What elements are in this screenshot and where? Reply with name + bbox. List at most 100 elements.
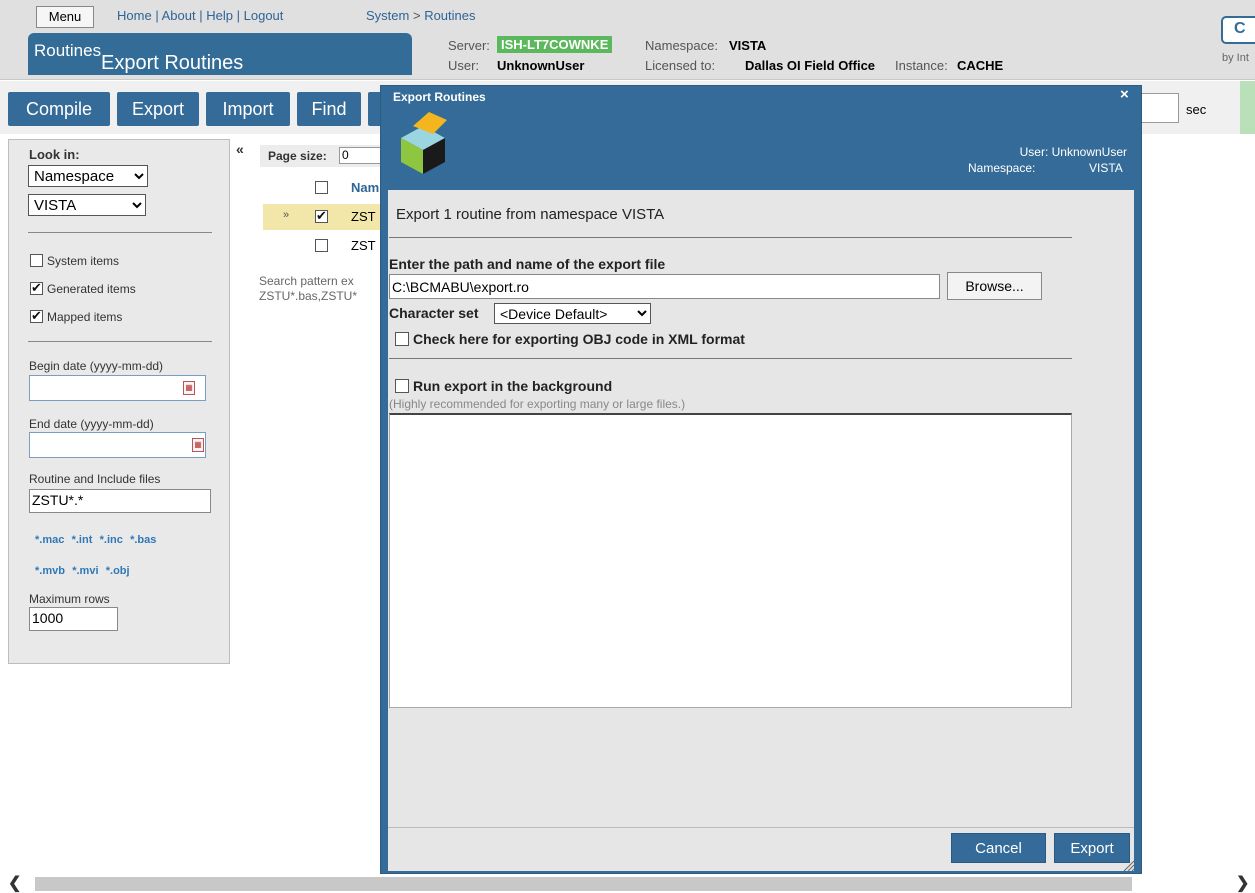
namespace-select[interactable]: VISTA xyxy=(28,194,146,216)
row-checkbox[interactable] xyxy=(315,208,332,224)
end-date-label: End date (yyyy-mm-dd) xyxy=(29,417,154,431)
ext-mvb-link[interactable]: *.mvb xyxy=(35,565,65,577)
find-button[interactable]: Find xyxy=(297,92,361,126)
charset-label: Character set xyxy=(389,305,479,321)
dialog-namespace-value: VISTA xyxy=(1089,161,1123,175)
export-summary: Export 1 routine from namespace VISTA xyxy=(396,206,665,223)
user-label: User: xyxy=(448,58,480,73)
begin-date-label: Begin date (yyyy-mm-dd) xyxy=(29,359,164,373)
breadcrumb-system[interactable]: System xyxy=(366,8,409,23)
dialog-title: Export Routines xyxy=(101,52,244,74)
dialog-titlebar[interactable]: Export Routines xyxy=(381,86,1141,108)
background-export-option[interactable]: Run export in the background xyxy=(395,378,612,394)
export-output-area[interactable] xyxy=(389,413,1072,708)
ext-mvi-link[interactable]: *.mvi xyxy=(72,565,98,577)
nav-links: Home | About | Help | Logout xyxy=(117,8,284,23)
export-button[interactable]: Export xyxy=(117,92,199,126)
routine-files-label: Routine and Include files xyxy=(29,472,161,486)
divider xyxy=(28,341,212,342)
xml-format-option[interactable]: Check here for exporting OBJ code in XML… xyxy=(395,331,745,347)
export-path-input[interactable] xyxy=(389,274,940,299)
background-export-label: Run export in the background xyxy=(413,378,613,394)
page-size-input[interactable]: 0 xyxy=(339,147,383,164)
resize-grip-icon[interactable] xyxy=(1123,860,1135,872)
breadcrumb-routines[interactable]: Routines xyxy=(424,8,475,23)
namespace-label: Namespace: xyxy=(645,38,718,53)
scroll-left-icon[interactable]: ❮ xyxy=(8,873,21,893)
nav-home-link[interactable]: Home xyxy=(117,8,152,23)
system-items-option[interactable]: System items xyxy=(30,254,119,268)
page-size-label: Page size: xyxy=(268,149,327,163)
licensed-label: Licensed to: xyxy=(645,58,716,73)
licensed-value: Dallas OI Field Office xyxy=(745,58,876,73)
routine-pattern-input[interactable]: ZSTU*.* xyxy=(29,489,211,513)
nav-logout-link[interactable]: Logout xyxy=(244,8,284,23)
dialog-user-info: User: UnknownUser xyxy=(1019,145,1127,159)
menu-button[interactable]: Menu xyxy=(36,6,94,28)
background-export-checkbox[interactable] xyxy=(395,379,409,393)
divider xyxy=(389,358,1072,359)
system-items-label: System items xyxy=(47,254,120,268)
begin-date-input[interactable] xyxy=(29,375,206,401)
status-strip xyxy=(1240,81,1255,134)
max-rows-input[interactable]: 1000 xyxy=(29,607,118,631)
nav-about-link[interactable]: About xyxy=(162,8,196,23)
ext-inc-link[interactable]: *.inc xyxy=(100,534,123,546)
divider xyxy=(389,237,1072,238)
look-in-dropdown[interactable]: Namespace xyxy=(28,165,148,187)
look-in-label: Look in: xyxy=(29,147,80,162)
namespace-dropdown[interactable]: VISTA xyxy=(28,194,146,216)
namespace-value: VISTA xyxy=(729,38,767,53)
extension-links-row1: *.mac *.int *.inc *.bas xyxy=(35,531,156,546)
nav-help-link[interactable]: Help xyxy=(206,8,233,23)
background-export-hint: (Highly recommended for exporting many o… xyxy=(389,397,686,411)
cube-logo-icon xyxy=(401,112,447,174)
search-pattern-example: ZSTU*.bas,ZSTU* xyxy=(259,289,358,303)
ext-obj-link[interactable]: *.obj xyxy=(106,565,130,577)
routine-name[interactable]: ZST xyxy=(351,238,376,253)
calendar-icon[interactable]: ▦ xyxy=(183,381,195,395)
routine-name[interactable]: ZST xyxy=(351,209,376,224)
xml-format-label: Check here for exporting OBJ code in XML… xyxy=(413,331,745,347)
end-date-input[interactable] xyxy=(29,432,206,458)
browse-button[interactable]: Browse... xyxy=(947,272,1042,300)
collapse-icon[interactable]: « xyxy=(236,141,244,157)
charset-select[interactable]: <Device Default> xyxy=(494,303,651,324)
select-all-checkbox[interactable] xyxy=(315,180,332,195)
generated-items-option[interactable]: Generated items xyxy=(30,280,136,296)
breadcrumb: System > Routines xyxy=(366,8,476,23)
mapped-items-option[interactable]: Mapped items xyxy=(30,308,123,324)
row-checkbox[interactable] xyxy=(315,238,332,253)
xml-format-checkbox[interactable] xyxy=(395,332,409,346)
max-rows-label: Maximum rows xyxy=(29,592,110,606)
look-in-select[interactable]: Namespace xyxy=(28,165,148,187)
vendor-text: by Int xyxy=(1222,52,1249,64)
extension-links-row2: *.mvb *.mvi *.obj xyxy=(35,562,130,577)
calendar-icon[interactable]: ▦ xyxy=(192,438,204,452)
system-items-checkbox[interactable] xyxy=(30,254,43,267)
generated-items-checkbox[interactable] xyxy=(30,280,43,296)
ext-bas-link[interactable]: *.bas xyxy=(130,534,156,546)
scrollbar-thumb[interactable] xyxy=(35,877,1132,891)
name-column-header[interactable]: Nam xyxy=(351,180,379,195)
import-button[interactable]: Import xyxy=(206,92,290,126)
ext-int-link[interactable]: *.int xyxy=(72,534,93,546)
charset-dropdown[interactable]: <Device Default> xyxy=(494,303,651,324)
row-marker: » xyxy=(283,209,290,221)
divider xyxy=(28,232,212,233)
user-value: UnknownUser xyxy=(497,58,585,73)
scroll-right-icon[interactable]: ❯ xyxy=(1236,873,1249,893)
cancel-button[interactable]: Cancel xyxy=(951,833,1046,863)
compile-button[interactable]: Compile xyxy=(8,92,110,126)
instance-value: CACHE xyxy=(957,58,1004,73)
generated-items-label: Generated items xyxy=(47,282,136,296)
export-confirm-button[interactable]: Export xyxy=(1054,833,1130,863)
mapped-items-checkbox[interactable] xyxy=(30,308,43,324)
server-label: Server: xyxy=(448,38,490,53)
product-logo: C xyxy=(1221,16,1255,44)
ext-mac-link[interactable]: *.mac xyxy=(35,534,64,546)
search-pattern-hint: Search pattern ex xyxy=(259,274,354,288)
mapped-items-label: Mapped items xyxy=(47,310,123,324)
server-badge: ISH-LT7COWNKE xyxy=(497,36,613,53)
close-icon[interactable]: × xyxy=(1120,86,1129,103)
